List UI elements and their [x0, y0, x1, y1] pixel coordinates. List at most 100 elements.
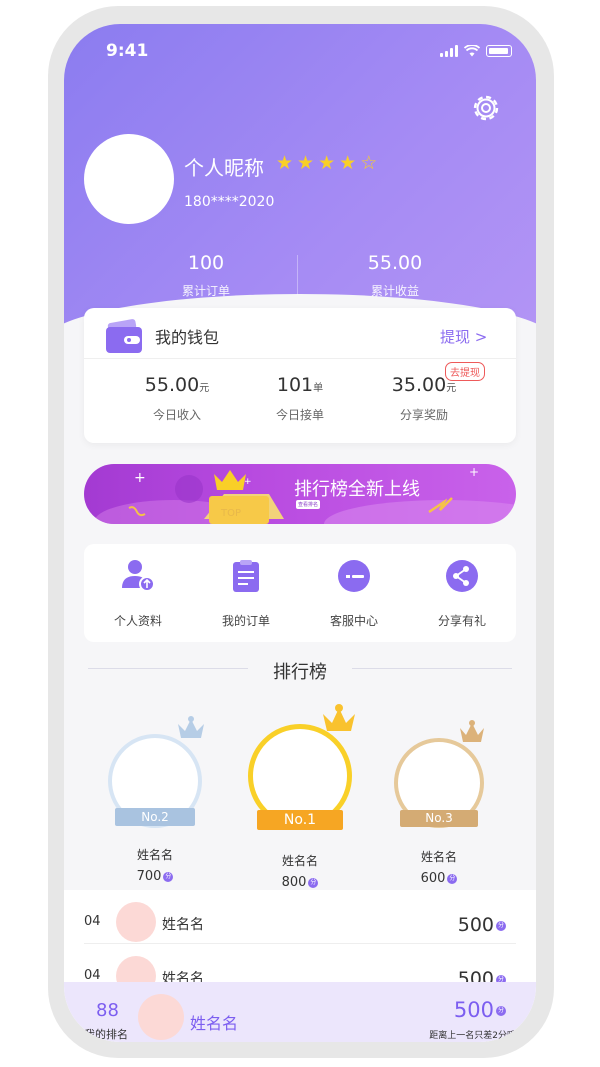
podium-score: 600 分: [379, 871, 499, 886]
banner-tag: 查看排名: [296, 500, 321, 509]
wallet-card: 我的钱包 提现 > 55.00元 今日收入 101单 今日接单 35.00元 分…: [84, 308, 516, 443]
battery-icon: [486, 45, 512, 57]
profile-phone: 180****2020: [184, 194, 275, 210]
my-rank-number: 88: [96, 1000, 119, 1021]
banner-top-label: TOP: [221, 508, 242, 519]
quick-action-label: 分享有礼: [437, 614, 486, 628]
score-unit-badge: 分: [496, 1006, 506, 1016]
chat-bubble-icon: [338, 560, 370, 592]
status-time: 9:41: [106, 41, 149, 61]
my-ranking-bar[interactable]: 88 我的排名 姓名名 500 分 距离上一名只差2分哦: [64, 982, 536, 1042]
stat-divider: [297, 255, 298, 295]
banner-title: 排行榜全新上线: [294, 479, 420, 500]
wallet-stat-share-reward[interactable]: 35.00元 分享奖励: [364, 374, 484, 423]
my-rank-label: 我的排名: [84, 1028, 128, 1041]
podium-score: 800 分: [240, 875, 360, 890]
status-indicators: [440, 45, 512, 57]
quick-action-label: 个人资料: [113, 614, 162, 628]
wifi-icon: [464, 45, 480, 57]
quick-action-support[interactable]: 客服中心: [300, 558, 408, 629]
settings-gear-icon[interactable]: [468, 90, 504, 126]
podium-score: 700 分: [95, 869, 215, 884]
wallet-label: 今日接单: [275, 408, 324, 422]
crown-silver-icon: [178, 716, 204, 738]
status-bar: 9:41: [64, 38, 536, 66]
podium-name: 姓名名: [281, 854, 318, 868]
stat-value: 100: [187, 252, 225, 274]
svg-text:+: +: [469, 465, 479, 479]
score-unit-badge: 分: [163, 871, 174, 882]
podium-name: 姓名名: [420, 850, 457, 864]
podium-name: 姓名名: [136, 848, 173, 862]
divider: [84, 358, 516, 359]
podium-first[interactable]: No.1 姓名名 800 分: [240, 702, 360, 890]
wallet-value: 35.00: [391, 374, 447, 396]
podium-score-value: 700: [136, 869, 162, 884]
stat-label: 累计收益: [370, 284, 419, 298]
wallet-unit: 元: [446, 383, 457, 394]
wallet-label: 分享奖励: [399, 408, 448, 422]
star-filled-icon: ★: [339, 152, 357, 174]
row-name: 姓名名: [162, 917, 204, 933]
stat-total-orders[interactable]: 100 累计订单: [116, 252, 296, 299]
score-unit-badge: 分: [496, 920, 506, 931]
ranking-header: 排行榜: [88, 654, 512, 684]
podium-score-value: 800: [281, 875, 307, 890]
stat-total-earnings[interactable]: 55.00 累计收益: [305, 252, 485, 299]
score-unit-badge: 分: [447, 873, 458, 884]
star-filled-icon: ★: [276, 152, 294, 174]
wallet-label: 今日收入: [152, 408, 201, 422]
row-rank: 04: [84, 968, 101, 983]
row-rank: 04: [84, 914, 101, 929]
quick-actions: 个人资料 我的订单 客服中心 分享有礼: [84, 544, 516, 642]
avatar: [116, 902, 156, 942]
profile-nickname: 个人昵称: [184, 156, 264, 180]
wallet-value: 55.00: [144, 374, 200, 396]
rating-stars: ★ ★ ★ ★ ☆: [276, 153, 377, 173]
svg-text:+: +: [134, 470, 146, 486]
quick-action-share[interactable]: 分享有礼: [408, 558, 516, 629]
stat-label: 累计订单: [181, 284, 230, 298]
rank-ribbon: No.3: [400, 810, 478, 827]
crown-bronze-icon: [460, 720, 484, 742]
my-score-value: 500: [453, 998, 494, 1022]
podium-score-value: 600: [420, 871, 446, 886]
quick-action-label: 我的订单: [221, 614, 270, 628]
divider: [352, 668, 512, 669]
star-filled-icon: ★: [297, 152, 315, 174]
app-screen: 9:41 个人昵称 ★ ★ ★ ★ ☆ 180****2020 100 累计订单…: [64, 24, 536, 1042]
podium-third[interactable]: No.3 姓名名 600 分: [379, 718, 499, 886]
ranking-title: 排行榜: [273, 662, 327, 683]
withdraw-badge[interactable]: 去提现: [445, 362, 485, 381]
wallet-unit: 元: [199, 383, 210, 394]
stat-value: 55.00: [367, 252, 423, 274]
rank-ribbon: No.2: [115, 808, 195, 826]
wallet-stat-orders[interactable]: 101单 今日接单: [240, 374, 360, 423]
wallet-icon: [106, 319, 142, 353]
quick-action-label: 客服中心: [329, 614, 378, 628]
my-avatar: [138, 994, 184, 1040]
row-score-value: 500: [457, 914, 494, 936]
row-score: 500 分: [458, 914, 506, 936]
my-score: 500 分: [454, 998, 506, 1022]
ranking-list-row[interactable]: 04 姓名名 500 分: [84, 892, 516, 944]
quick-action-orders[interactable]: 我的订单: [192, 558, 300, 629]
score-unit-badge: 分: [308, 877, 319, 888]
share-icon: [446, 560, 478, 592]
ranking-banner[interactable]: + + + TOP 排行榜全新上线 查看排名: [84, 464, 516, 524]
withdraw-link[interactable]: 提现 >: [440, 326, 487, 347]
clipboard-icon: [233, 560, 259, 592]
podium-second[interactable]: No.2 姓名名 700 分: [95, 714, 215, 884]
wallet-title: 我的钱包: [155, 328, 220, 347]
signal-icon: [440, 45, 458, 57]
user-upload-icon: [122, 560, 155, 592]
star-outline-icon: ☆: [360, 152, 378, 174]
wallet-stat-income[interactable]: 55.00元 今日收入: [117, 374, 237, 423]
wallet-unit: 单: [313, 383, 324, 394]
my-name: 姓名名: [190, 1014, 239, 1033]
my-gap-text: 距离上一名只差2分哦: [429, 1031, 516, 1041]
quick-action-profile[interactable]: 个人资料: [84, 558, 192, 629]
wallet-value: 101: [276, 374, 314, 396]
profile-avatar[interactable]: [84, 134, 174, 224]
star-filled-icon: ★: [318, 152, 336, 174]
